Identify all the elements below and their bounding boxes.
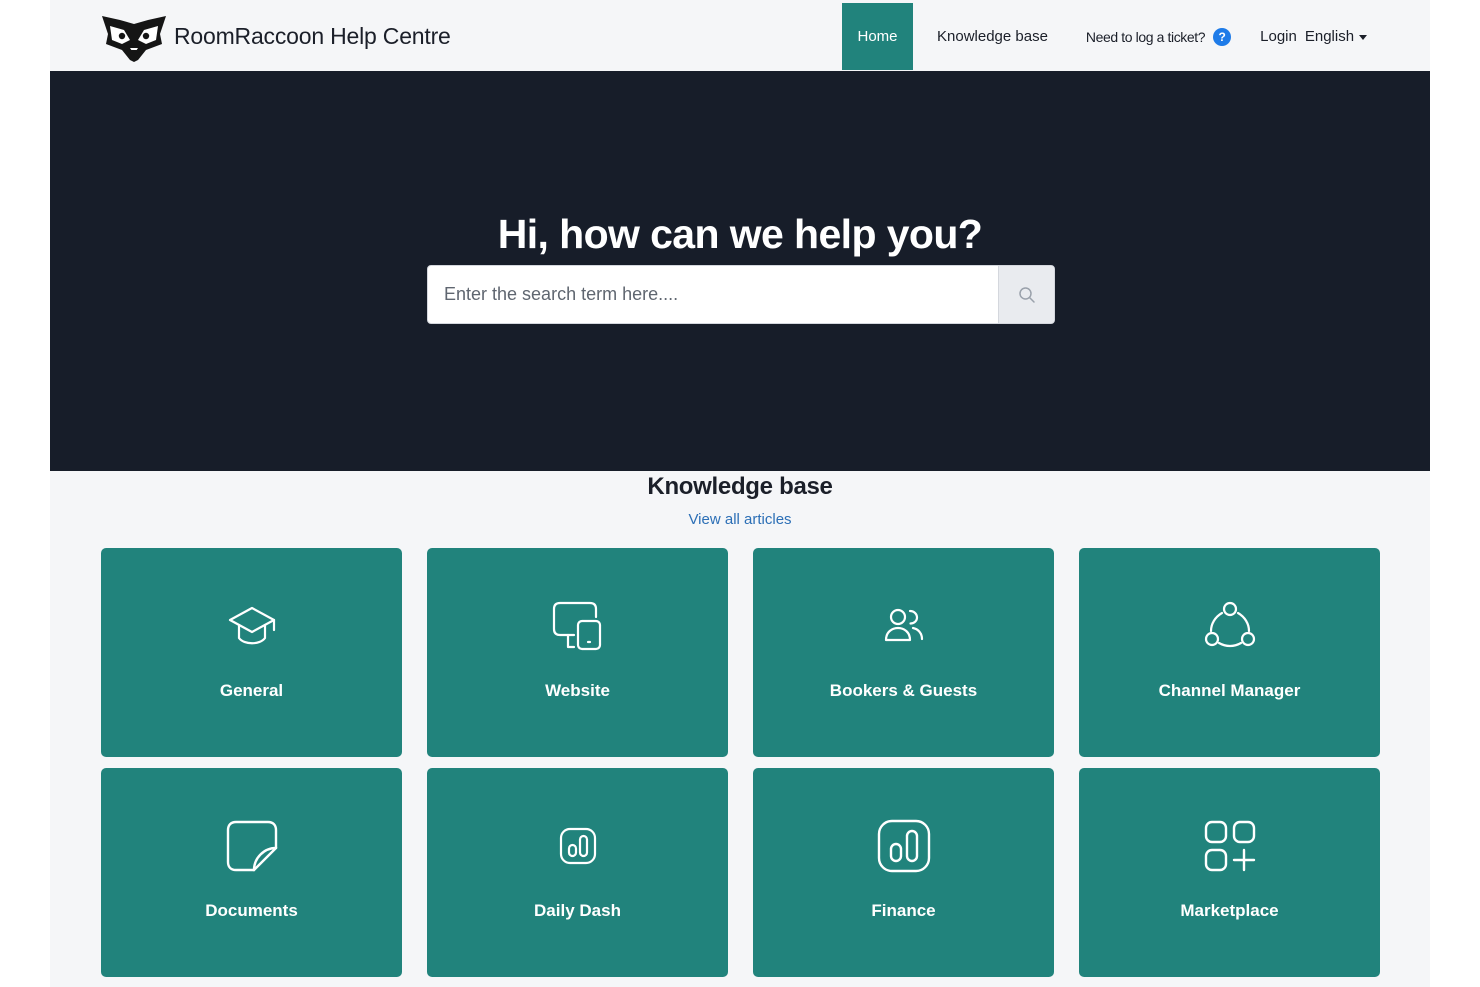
category-card-daily-dash[interactable]: Daily Dash — [427, 768, 728, 977]
caret-down-icon — [1359, 34, 1368, 40]
graduation-cap-icon — [228, 606, 275, 645]
category-label: Website — [545, 681, 610, 700]
category-label: Finance — [871, 901, 936, 920]
view-all-articles-link[interactable]: View all articles — [50, 511, 1430, 528]
search-box — [427, 265, 1055, 324]
brand-title: RoomRaccoon Help Centre — [174, 22, 451, 49]
category-label: General — [219, 681, 284, 700]
nav-home[interactable]: Home — [842, 3, 913, 70]
search-button[interactable] — [998, 266, 1054, 323]
chart-bars-icon — [559, 827, 596, 865]
main-nav: Home Knowledge base Need to log a ticket… — [842, 3, 1368, 70]
search-icon — [1018, 286, 1035, 303]
raccoon-logo-icon — [102, 16, 166, 62]
category-label: Daily Dash — [534, 901, 621, 920]
nav-knowledge-base[interactable]: Knowledge base — [937, 28, 1048, 45]
hero-banner: Hi, how can we help you? — [50, 71, 1430, 471]
category-card-channel-manager[interactable]: Channel Manager — [1079, 548, 1380, 757]
apps-add-icon — [1204, 820, 1255, 872]
chart-bars-icon — [877, 819, 930, 873]
category-card-general[interactable]: General — [101, 548, 402, 757]
category-card-documents[interactable]: Documents — [101, 768, 402, 977]
language-dropdown[interactable]: English — [1304, 28, 1368, 45]
hero-title: Hi, how can we help you? — [497, 211, 983, 257]
language-label: English — [1304, 28, 1355, 45]
knowledge-base-title: Knowledge base — [647, 473, 833, 500]
search-input[interactable] — [428, 266, 998, 323]
nav-log-ticket[interactable]: Need to log a ticket? ? — [1085, 27, 1232, 46]
category-card-finance[interactable]: Finance — [753, 768, 1054, 977]
document-icon — [226, 820, 277, 872]
devices-icon — [552, 601, 601, 651]
category-label: Channel Manager — [1158, 681, 1301, 700]
nav-login[interactable]: Login — [1260, 28, 1297, 45]
channels-icon — [1204, 601, 1255, 648]
category-label: Marketplace — [1180, 901, 1279, 920]
nav-log-ticket-label: Need to log a ticket? — [1085, 28, 1206, 45]
users-icon — [884, 608, 923, 642]
page: RoomRaccoon Help Centre Home Knowledge b… — [50, 0, 1430, 987]
category-card-bookers-guests[interactable]: Bookers & Guests — [753, 548, 1054, 757]
brand-link[interactable]: RoomRaccoon Help Centre — [100, 10, 451, 62]
category-label: Documents — [205, 901, 298, 920]
category-card-website[interactable]: Website — [427, 548, 728, 757]
category-card-marketplace[interactable]: Marketplace — [1079, 768, 1380, 977]
question-icon: ? — [1213, 27, 1232, 46]
category-label: Bookers & Guests — [829, 681, 978, 700]
navbar: RoomRaccoon Help Centre Home Knowledge b… — [50, 0, 1430, 71]
